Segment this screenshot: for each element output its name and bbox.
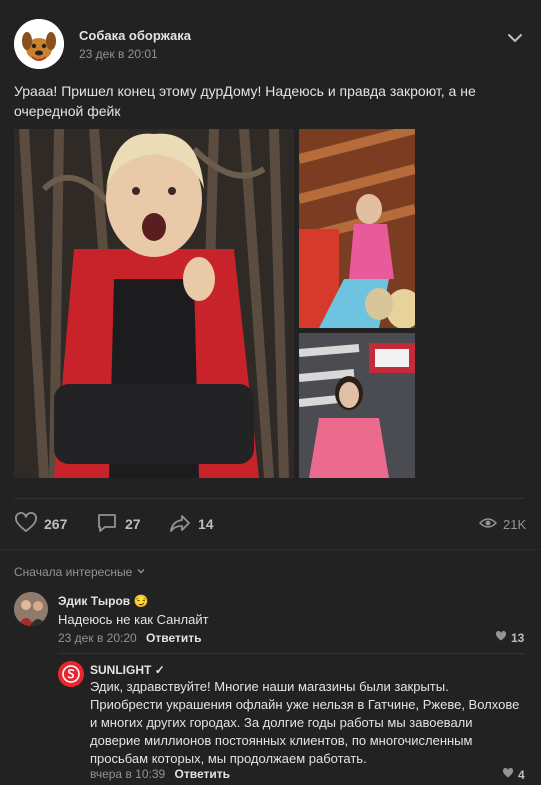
- heart-icon: [502, 767, 514, 782]
- reply-likes-count: 4: [518, 767, 525, 782]
- post-photo-3[interactable]: [299, 333, 415, 478]
- divider: [14, 498, 524, 499]
- sunlight-avatar[interactable]: [58, 661, 84, 687]
- comment-icon: [95, 511, 119, 538]
- author-avatar[interactable]: [14, 19, 64, 69]
- chevron-down-icon[interactable]: [505, 28, 525, 48]
- comment-likes-count: 13: [511, 630, 525, 645]
- verified-check-icon: ✓: [154, 663, 165, 677]
- comments-count: 27: [125, 516, 141, 532]
- reply-author[interactable]: SUNLIGHT ✓: [90, 663, 165, 677]
- eye-icon: [478, 514, 498, 535]
- sort-label: Сначала интересные: [14, 565, 133, 579]
- heart-icon: [495, 630, 507, 645]
- reply-like-button[interactable]: 4: [502, 767, 525, 782]
- post-photo-main[interactable]: [14, 129, 294, 478]
- shares-count: 14: [198, 516, 214, 532]
- post-photo-2[interactable]: [299, 129, 415, 328]
- section-divider: [0, 549, 541, 550]
- share-icon: [168, 511, 192, 538]
- commenter-avatar[interactable]: [14, 592, 48, 626]
- reply-meta: вчера в 10:39 Ответить: [90, 767, 230, 781]
- views-count: 21K: [503, 516, 527, 532]
- post-date[interactable]: 23 дек в 20:01: [79, 47, 158, 61]
- post-text: Урааа! Пришел конец этому дурДому! Надею…: [14, 83, 476, 119]
- comment-like-button[interactable]: 13: [495, 630, 524, 645]
- like-button[interactable]: 267: [14, 510, 67, 538]
- likes-count: 267: [44, 516, 68, 532]
- share-button[interactable]: 14: [168, 510, 214, 538]
- reply-text: Эдик, здравствуйте! Многие наши магазины…: [90, 679, 520, 766]
- comment-text: Надеюсь не как Санлайт: [58, 612, 209, 627]
- emoji: 😏: [133, 594, 149, 608]
- comment-date[interactable]: 23 дек в 20:20: [58, 631, 137, 645]
- comment-author[interactable]: Эдик Тыров 😏: [58, 594, 148, 608]
- views: 21K: [478, 510, 527, 538]
- comment-meta: 23 дек в 20:20 Ответить: [58, 631, 201, 645]
- reply-reply-button[interactable]: Ответить: [175, 767, 230, 781]
- divider: [58, 653, 525, 654]
- chevron-down-icon: [136, 565, 146, 579]
- heart-icon: [14, 511, 38, 538]
- reply-date[interactable]: вчера в 10:39: [90, 767, 165, 781]
- comments-sort-dropdown[interactable]: Сначала интересные: [14, 565, 146, 579]
- comment-button[interactable]: 27: [95, 510, 141, 538]
- reply-button[interactable]: Ответить: [146, 631, 201, 645]
- post-author-name[interactable]: Собака оборжака: [79, 28, 191, 43]
